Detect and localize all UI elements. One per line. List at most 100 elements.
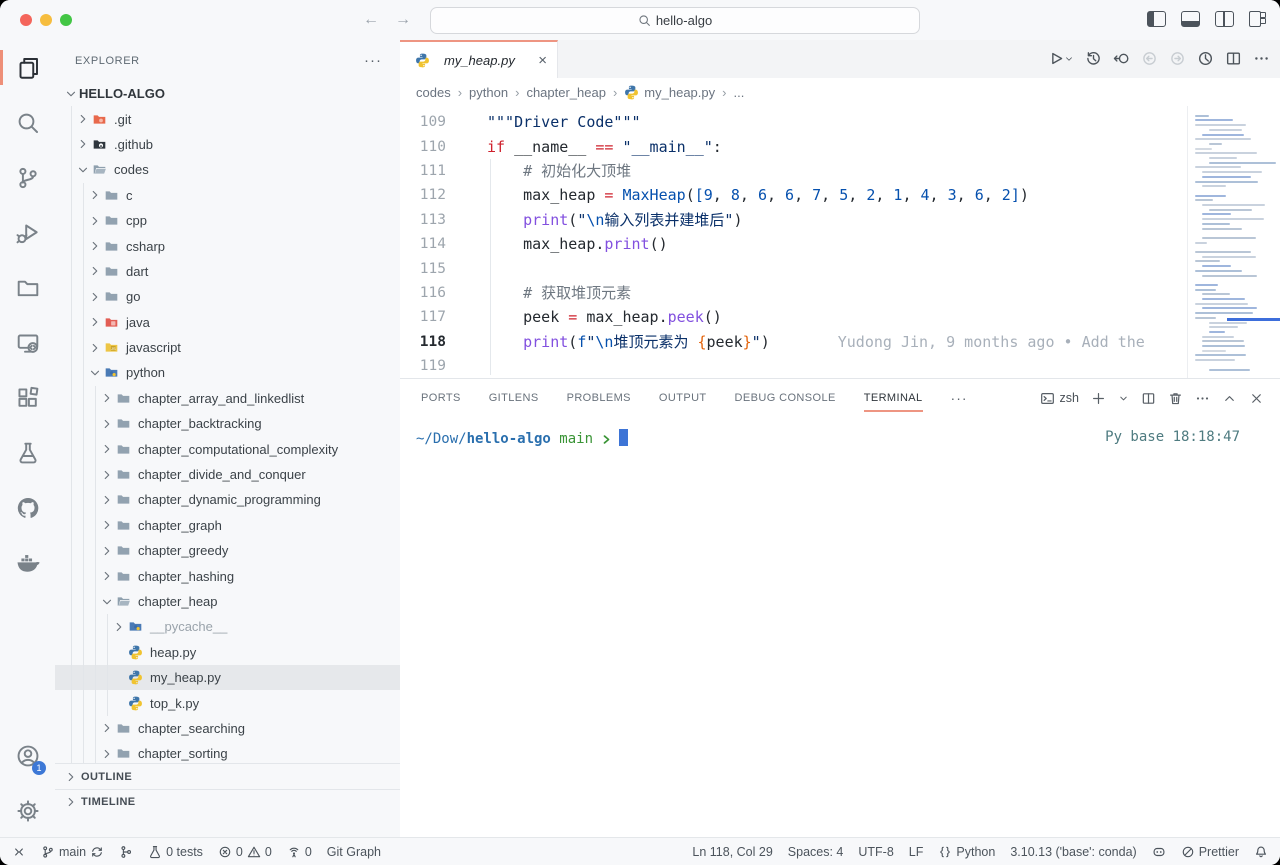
status-prettier[interactable]: Prettier [1181,845,1239,859]
activity-item-run-debug[interactable] [0,205,55,260]
status-eol[interactable]: LF [909,845,924,859]
status-ports[interactable]: 0 [287,845,312,859]
tree-item-chapter-computational-complexity[interactable]: chapter_computational_complexity [55,436,400,461]
close-panel-button[interactable] [1249,391,1264,406]
status-problems[interactable]: 00 [218,845,272,859]
code-line-116[interactable]: 116 # 获取堆顶元素 [400,281,1188,305]
tree-item-go[interactable]: go [55,284,400,309]
terminal-view[interactable]: ~/Dow/hello-algo main Py base 18:18:47 [400,417,1280,838]
split-editor-button[interactable] [1225,50,1242,68]
activity-item-accounts[interactable]: 1 [0,728,55,783]
code-line-117[interactable]: 117 peek = max_heap.peek() [400,305,1188,329]
code-line-118[interactable]: 118 print(f"\n堆顶元素为 {peek}")Yudong Jin, … [400,330,1188,354]
status-language-mode[interactable]: Python [938,845,995,859]
code-line-109[interactable]: 109"""Driver Code""" [400,110,1188,134]
status-encoding[interactable]: UTF-8 [858,845,893,859]
panel-tab-ports[interactable]: PORTS [421,379,461,417]
terminal-profile-button[interactable]: zsh [1040,391,1079,406]
activity-item-search[interactable] [0,95,55,150]
code-line-115[interactable]: 115 [400,256,1188,280]
customize-layout-icon[interactable] [1249,11,1266,25]
status-remote-indicator[interactable] [12,845,26,859]
activity-item-github[interactable] [0,480,55,535]
status-git-graph[interactable]: Git Graph [327,845,381,859]
more-actions-button[interactable] [1253,50,1270,68]
tree-item-dart[interactable]: dart [55,259,400,284]
previous-change-button[interactable] [1141,50,1158,68]
tree-item--github[interactable]: .github [55,132,400,157]
tree-item-chapter-searching[interactable]: chapter_searching [55,716,400,741]
navigate-back-button[interactable]: ← [363,9,379,31]
tree-item-c[interactable]: c [55,183,400,208]
tree-item-java[interactable]: java [55,310,400,335]
breadcrumb-item--[interactable]: ... [733,85,744,100]
breadcrumb-item-codes[interactable]: codes [416,85,451,100]
tree-item-chapter-divide-and-conquer[interactable]: chapter_divide_and_conquer [55,462,400,487]
tree-item-chapter-graph[interactable]: chapter_graph [55,513,400,538]
code-line-110[interactable]: 110if __name__ == "__main__": [400,134,1188,158]
activity-item-remote-explorer[interactable] [0,315,55,370]
breadcrumb-item-chapter-heap[interactable]: chapter_heap [526,85,606,100]
tree-item-javascript[interactable]: JSjavascript [55,335,400,360]
maximize-panel-button[interactable] [1222,391,1237,406]
status-cursor-position[interactable]: Ln 118, Col 29 [692,845,772,859]
tree-item-csharp[interactable]: csharp [55,233,400,258]
code-line-119[interactable]: 119 [400,354,1188,378]
code-editor[interactable]: 109"""Driver Code"""110if __name__ == "_… [400,106,1280,378]
toggle-sidebar-icon[interactable] [1147,11,1166,27]
activity-item-explorer[interactable] [0,40,55,95]
activity-item-source-control[interactable] [0,150,55,205]
tree-item-hello-algo[interactable]: HELLO-ALGO [55,81,400,106]
tree-item-chapter-dynamic-programming[interactable]: chapter_dynamic_programming [55,487,400,512]
command-center-search[interactable]: hello-algo [430,7,920,34]
activity-item-settings[interactable] [0,783,55,838]
tree-item-codes[interactable]: codes [55,157,400,182]
panel-tab-terminal[interactable]: TERMINAL [864,379,923,417]
outline-section[interactable]: OUTLINE [55,763,400,789]
activity-item-docker[interactable] [0,535,55,590]
code-line-112[interactable]: 112 max_heap = MaxHeap([9, 8, 6, 6, 7, 5… [400,183,1188,207]
status-python-interpreter[interactable]: 3.10.13 ('base': conda) [1010,845,1136,859]
gitlens-graph-button[interactable] [1197,50,1214,68]
panel-tab-gitlens[interactable]: GITLENS [489,379,539,417]
breadcrumb-item-python[interactable]: python [469,85,508,100]
panel-tabs-more-button[interactable]: ··· [951,390,968,406]
minimize-window-button[interactable] [40,14,52,26]
tree-item-cpp[interactable]: cpp [55,208,400,233]
kill-terminal-button[interactable] [1168,391,1183,406]
more-terminal-actions-button[interactable] [1195,391,1210,406]
activity-item-extensions[interactable] [0,370,55,425]
maximize-window-button[interactable] [60,14,72,26]
tree-item-chapter-greedy[interactable]: chapter_greedy [55,538,400,563]
close-tab-icon[interactable]: × [538,53,547,68]
status-tests[interactable]: 0 tests [148,845,203,859]
terminal-dropdown-button[interactable] [1118,393,1129,404]
panel-tab-problems[interactable]: PROBLEMS [567,379,631,417]
new-terminal-button[interactable] [1091,391,1106,406]
close-window-button[interactable] [20,14,32,26]
code-line-114[interactable]: 114 max_heap.print() [400,232,1188,256]
open-changes-button[interactable] [1113,50,1130,68]
run-python-file-button[interactable] [1047,50,1074,68]
status-gitlens[interactable] [119,845,133,859]
tree-item-python[interactable]: python [55,360,400,385]
activity-item-file-explorer[interactable] [0,260,55,315]
panel-tab-output[interactable]: OUTPUT [659,379,707,417]
code-line-111[interactable]: 111 # 初始化大顶堆 [400,159,1188,183]
status-git-branch[interactable]: main [41,845,104,859]
navigate-forward-button[interactable]: → [395,9,411,31]
tree-item-chapter-heap[interactable]: chapter_heap [55,589,400,614]
tree-item--git[interactable]: .git [55,106,400,131]
status-indentation[interactable]: Spaces: 4 [788,845,844,859]
code-line-113[interactable]: 113 print("\n输入列表并建堆后") [400,208,1188,232]
activity-item-testing[interactable] [0,425,55,480]
status-copilot[interactable] [1152,845,1166,859]
tree-item-chapter-backtracking[interactable]: chapter_backtracking [55,411,400,436]
timeline-section[interactable]: TIMELINE [55,789,400,814]
minimap[interactable] [1187,106,1280,378]
tab-my-heap-py[interactable]: my_heap.py × [400,40,558,78]
tree-item-chapter-hashing[interactable]: chapter_hashing [55,563,400,588]
next-change-button[interactable] [1169,50,1186,68]
split-terminal-button[interactable] [1141,391,1156,406]
panel-tab-debug-console[interactable]: DEBUG CONSOLE [735,379,836,417]
